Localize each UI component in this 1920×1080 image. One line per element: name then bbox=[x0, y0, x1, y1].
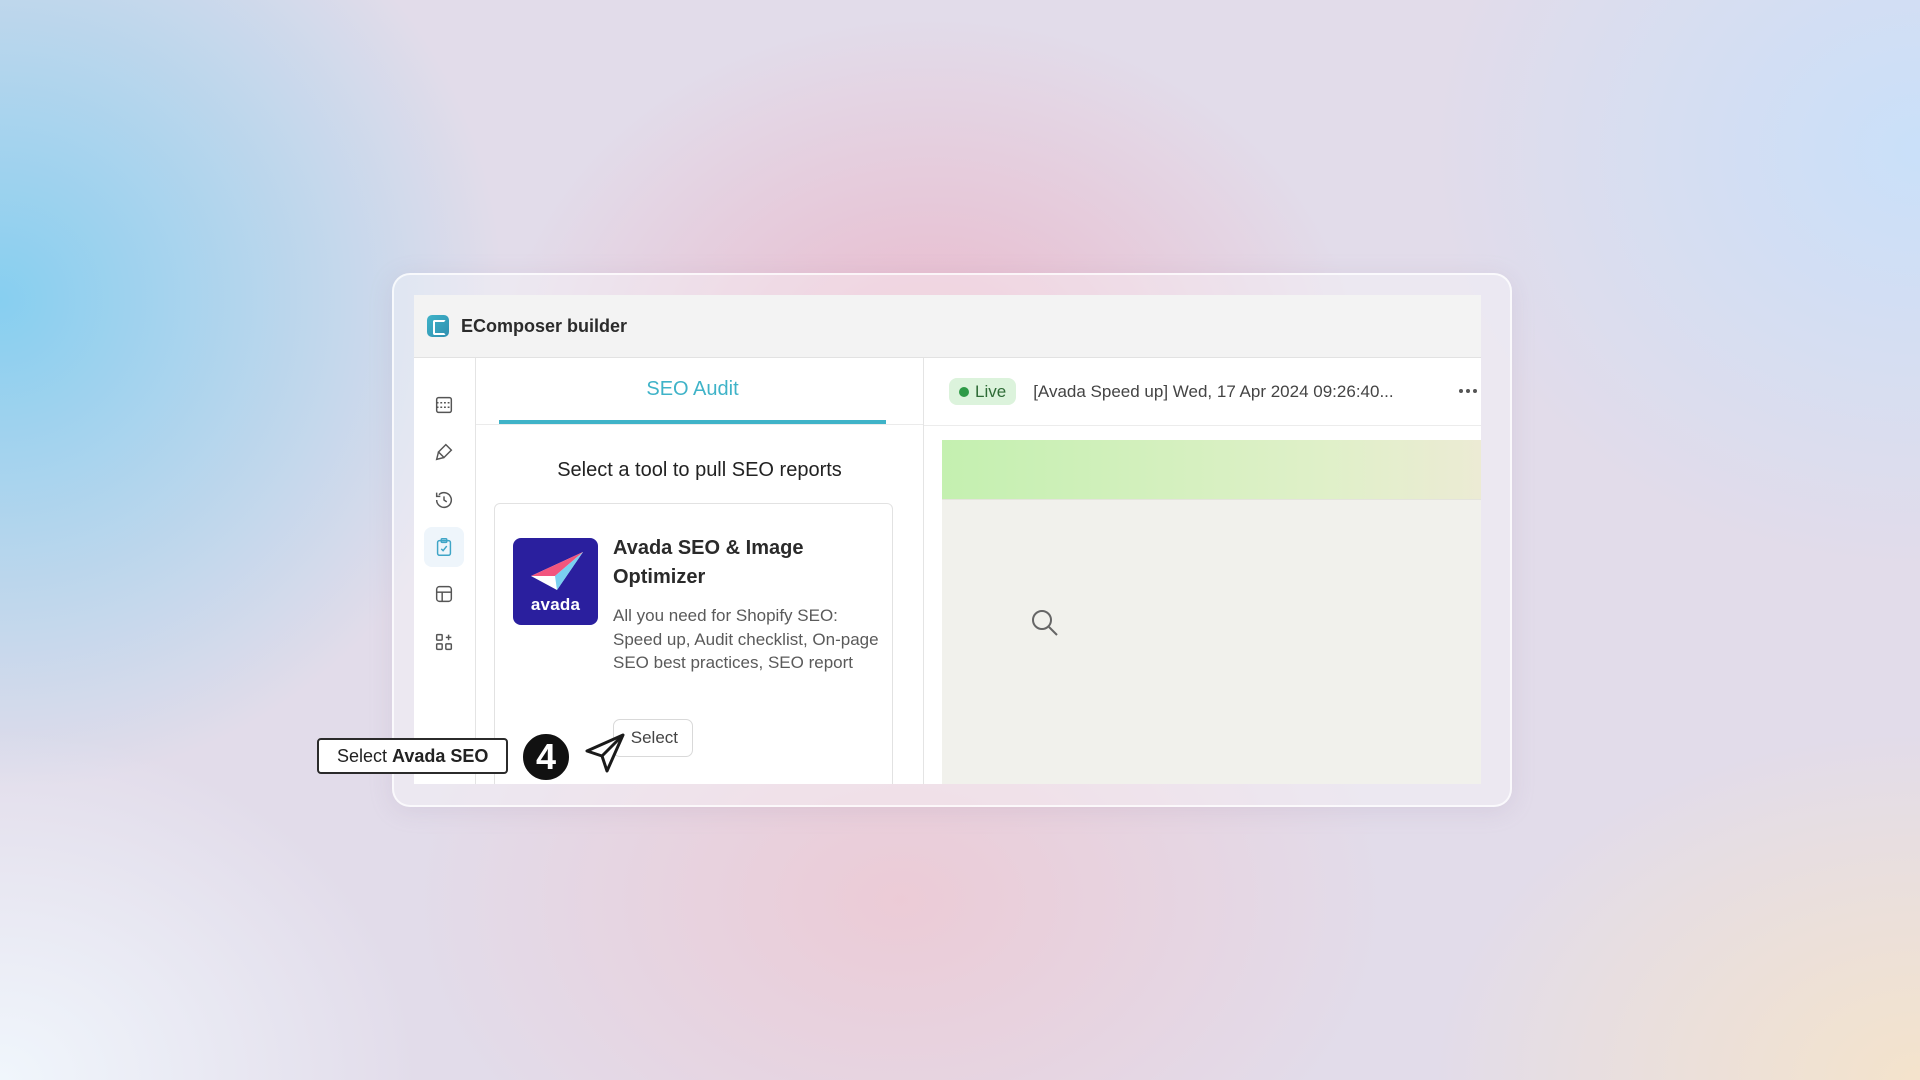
preview-toolbar: Live [Avada Speed up] Wed, 17 Apr 2024 0… bbox=[924, 358, 1481, 426]
more-options-icon[interactable] bbox=[1455, 378, 1481, 404]
preview-banner bbox=[942, 440, 1481, 500]
status-label: Live bbox=[975, 381, 1007, 401]
callout-prefix: Select bbox=[337, 745, 388, 766]
sections-icon[interactable] bbox=[424, 385, 464, 425]
sidebar-rail bbox=[414, 358, 476, 784]
panel-heading: Select a tool to pull SEO reports bbox=[557, 459, 842, 481]
live-dot-icon bbox=[959, 386, 969, 397]
app-window: EComposer builder SEO Audit Select a too… bbox=[414, 295, 1481, 784]
tab-divider bbox=[476, 424, 923, 425]
card-title: Avada SEO & Image Optimizer bbox=[613, 537, 804, 588]
preview-area: Live [Avada Speed up] Wed, 17 Apr 2024 0… bbox=[924, 358, 1481, 784]
cursor-arrow-icon bbox=[585, 733, 625, 773]
apps-icon[interactable] bbox=[424, 622, 464, 662]
seo-audit-panel: SEO Audit Select a tool to pull SEO repo… bbox=[476, 358, 924, 784]
search-icon[interactable] bbox=[1030, 608, 1060, 638]
seo-audit-icon[interactable] bbox=[424, 527, 464, 567]
tab-seo-audit[interactable]: SEO Audit bbox=[499, 358, 886, 424]
history-icon[interactable] bbox=[424, 480, 464, 520]
card-description: All you need for Shopify SEO: Speed up, … bbox=[613, 606, 879, 672]
layout-icon[interactable] bbox=[424, 574, 464, 614]
app-title: EComposer builder bbox=[461, 315, 628, 336]
title-bar: EComposer builder bbox=[414, 295, 1481, 358]
preview-canvas bbox=[942, 440, 1481, 784]
avada-logo-text: avada bbox=[530, 595, 581, 614]
brush-icon[interactable] bbox=[424, 432, 464, 472]
page-version-title: [Avada Speed up] Wed, 17 Apr 2024 09:26:… bbox=[1033, 381, 1394, 401]
ecomposer-logo-icon bbox=[427, 315, 449, 337]
tutorial-callout: Select Avada SEO bbox=[317, 738, 509, 774]
step-number-badge: 4 bbox=[520, 731, 572, 783]
callout-target: Avada SEO bbox=[392, 745, 489, 766]
status-badge: Live bbox=[949, 378, 1017, 405]
avada-logo: avada bbox=[513, 538, 598, 625]
